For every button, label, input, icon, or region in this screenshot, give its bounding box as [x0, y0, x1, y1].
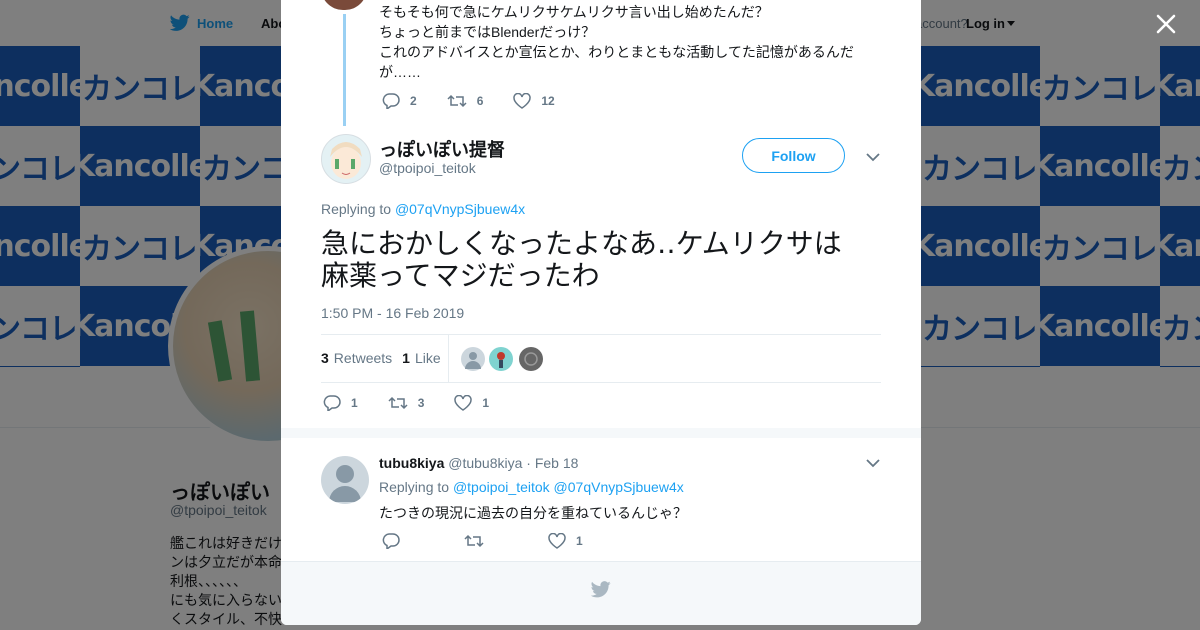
reply-icon — [323, 395, 341, 411]
reply-count: 2 — [410, 94, 417, 108]
mention-link[interactable]: @07qVnypSjbuew4x — [554, 479, 684, 495]
section-separator — [281, 428, 921, 438]
reply-tweet-header: tubu8kiya @tubu8kiya · Feb 18 — [379, 455, 578, 471]
tweet-text: 急におかしくなったよなあ‥ケムリクサは 麻薬ってマジだったわ — [321, 227, 842, 292]
like-count: 1 — [576, 534, 583, 548]
retweet-icon — [388, 396, 408, 410]
replying-to: Replying to @07qVnypSjbuew4x — [321, 201, 526, 217]
like-button[interactable]: 1 — [548, 533, 583, 549]
heart-icon — [548, 533, 566, 549]
like-count: 1 — [482, 396, 490, 410]
retweet-icon — [447, 94, 467, 108]
heart-icon — [454, 395, 473, 411]
reply-count: 1 — [351, 396, 358, 410]
divider — [321, 382, 881, 383]
retweet-count: 3 — [417, 396, 425, 410]
tweet-author-handle[interactable]: @tpoipoi_teitok — [379, 160, 476, 176]
reply-button[interactable]: 1 — [323, 395, 358, 411]
thread-connector — [343, 14, 346, 126]
divider — [321, 334, 881, 335]
twitter-bird-icon — [591, 581, 611, 598]
mention-link[interactable]: @tpoipoi_teitok — [453, 479, 550, 495]
tweet-author-handle[interactable]: @tubu8kiya — [448, 455, 522, 471]
tweet-author-name[interactable]: っぽいぽい提督 — [379, 136, 505, 162]
avatar[interactable] — [519, 347, 543, 371]
chevron-down-icon[interactable] — [866, 458, 880, 468]
retweet-button[interactable] — [464, 533, 494, 549]
reply-tweet-text: たつきの現況に過去の自分を重ねているんじゃ？ — [379, 505, 687, 521]
anime-avatar-image — [322, 135, 370, 183]
retweet-icon — [464, 534, 484, 548]
retweets-stat[interactable]: 3 Retweets — [321, 350, 392, 366]
heart-icon — [513, 93, 532, 109]
like-button[interactable]: 1 — [454, 395, 489, 411]
retweet-count: 6 — [476, 94, 484, 108]
avatar[interactable] — [321, 456, 369, 504]
tweet-author-name[interactable]: tubu8kiya — [379, 455, 444, 471]
like-count: 12 — [541, 94, 555, 108]
chevron-down-icon[interactable] — [866, 152, 880, 162]
retweet-button[interactable]: 3 — [388, 395, 425, 411]
avatar[interactable] — [461, 347, 485, 371]
parent-tweet-text: そもそも何で急にケムリクサケムリクサ言い出し始めたんだ？ ちょっと前まではBle… — [379, 4, 854, 80]
parent-tweet-actions: 2 6 12 — [382, 93, 585, 109]
mention-link[interactable]: @07qVnypSjbuew4x — [395, 201, 525, 217]
like-button[interactable]: 12 — [513, 93, 555, 109]
tweet-timestamp[interactable]: 1:50 PM - 16 Feb 2019 — [321, 305, 464, 321]
avatar[interactable] — [321, 0, 367, 10]
replying-to: Replying to @tpoipoi_teitok @07qVnypSjbu… — [379, 479, 684, 495]
reply-icon — [382, 93, 400, 109]
close-icon[interactable] — [1153, 11, 1179, 37]
avatar[interactable] — [489, 347, 513, 371]
retweet-button[interactable]: 6 — [447, 93, 484, 109]
modal-footer — [281, 561, 921, 625]
divider — [448, 335, 449, 382]
follow-button[interactable]: Follow — [742, 138, 845, 173]
tweet-stats: 3 Retweets 1 Like — [321, 350, 441, 366]
reply-button[interactable]: 2 — [382, 93, 417, 109]
reply-button[interactable] — [382, 533, 410, 549]
reply-tweet-actions: 1 — [382, 533, 613, 549]
tweet-date[interactable]: · Feb 18 — [526, 455, 578, 471]
likes-stat[interactable]: 1 Like — [402, 350, 440, 366]
main-tweet-actions: 1 3 1 — [323, 395, 519, 411]
reply-icon — [382, 533, 400, 549]
tweet-modal: そもそも何で急にケムリクサケムリクサ言い出し始めたんだ？ ちょっと前まではBle… — [281, 0, 921, 625]
avatar[interactable] — [321, 134, 371, 184]
